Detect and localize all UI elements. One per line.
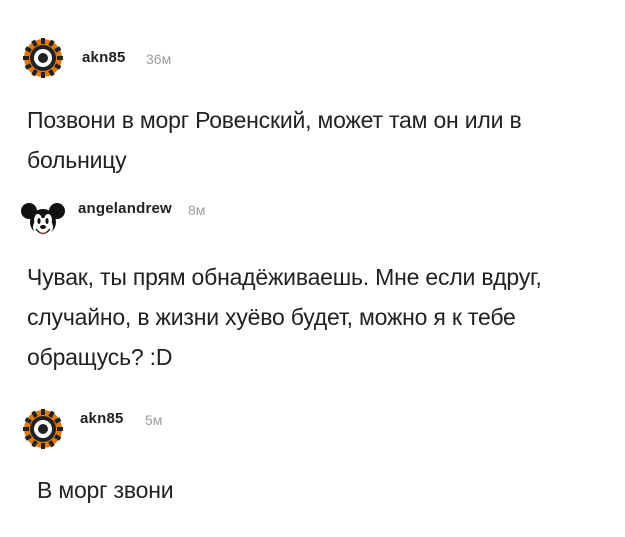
gear-avatar-icon[interactable] xyxy=(22,37,64,79)
comment-timestamp: 5м xyxy=(145,412,163,428)
author-name[interactable]: akn85 xyxy=(80,410,124,427)
comment-1: akn85 36м Позвони в морг Ровенский, може… xyxy=(0,0,625,190)
author-name[interactable]: akn85 xyxy=(82,49,126,66)
comment-text: Позвони в морг Ровенский, может там он и… xyxy=(27,107,522,173)
comment-2: angelandrew 8м Чувак, ты прям обнадёжива… xyxy=(0,190,625,380)
comment-text: Чувак, ты прям обнадёживаешь. Мне если в… xyxy=(27,264,542,370)
comment-timestamp: 8м xyxy=(188,202,206,218)
comment-timestamp: 36м xyxy=(146,51,172,67)
mickey-avatar-icon[interactable] xyxy=(20,198,66,244)
gear-avatar-icon[interactable] xyxy=(22,408,64,450)
author-name[interactable]: angelandrew xyxy=(78,200,172,217)
comment-text: В морг звони xyxy=(37,477,174,503)
comment-3: akn85 5м В морг звони xyxy=(0,380,625,537)
